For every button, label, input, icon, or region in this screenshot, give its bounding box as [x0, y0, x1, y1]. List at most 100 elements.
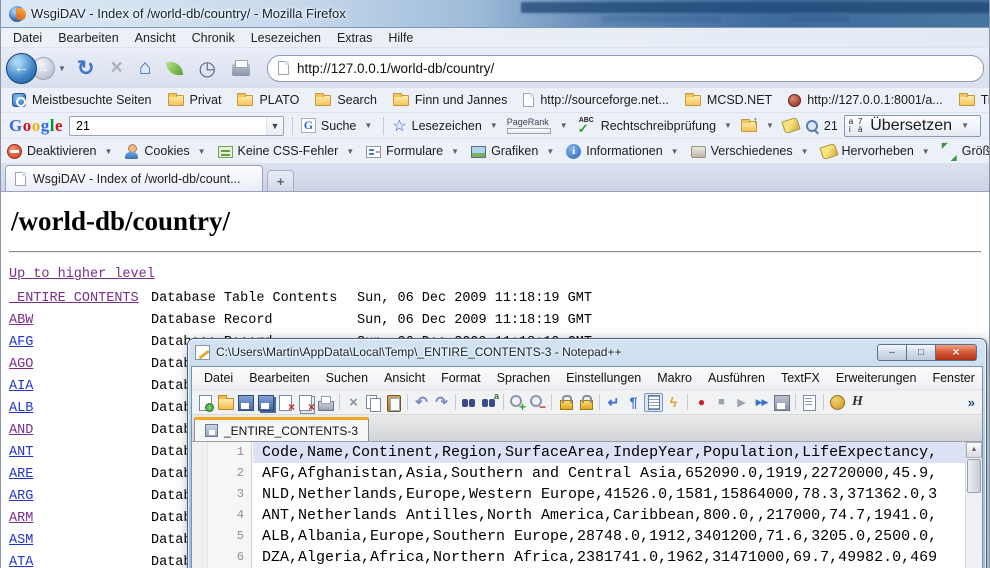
chevron-down-icon[interactable]: ▼ [490, 121, 498, 130]
dir-link-abw[interactable]: ABW [9, 310, 151, 332]
minimize-button[interactable]: – [877, 344, 907, 361]
spellcheck-button[interactable]: ABC ✓ Rechtschreibprüfung ▼ [577, 117, 735, 134]
editor-scrollbar[interactable]: ▲ [965, 442, 982, 568]
search-dropdown-icon[interactable]: ▼ [266, 117, 283, 135]
sync-v-icon[interactable] [556, 393, 575, 412]
chevron-down-icon[interactable]: ▼ [364, 121, 372, 130]
indent-guide-icon[interactable] [644, 393, 663, 412]
history-dropdown-icon[interactable]: ▼ [58, 64, 66, 73]
editor-line[interactable]: NLD,Netherlands,Europe,Western Europe,41… [253, 484, 965, 505]
stop-macro-icon[interactable] [712, 393, 731, 412]
dir-link-and[interactable]: AND [9, 420, 151, 442]
npp-menu-suchen[interactable]: Suchen [318, 369, 376, 387]
scrollbar-thumb[interactable] [967, 459, 981, 493]
bookmark-tree-samples[interactable]: Tree Samples [952, 91, 989, 109]
webdev-deaktivieren[interactable]: Deaktivieren▼ [7, 144, 115, 159]
npp-menu-textfx[interactable]: TextFX [773, 369, 828, 387]
chevron-down-icon[interactable]: ▼ [801, 147, 809, 156]
doc-map-icon[interactable] [800, 393, 819, 412]
menu-bearbeiten[interactable]: Bearbeiten [50, 30, 126, 46]
webdev-verschiedenes[interactable]: Verschiedenes▼ [691, 144, 812, 158]
html-tag-icon[interactable] [848, 393, 867, 412]
up-to-higher-level-link[interactable]: Up to higher level [9, 267, 155, 282]
show-symbols-icon[interactable] [624, 393, 643, 412]
reload-button[interactable]: ↻ [77, 56, 95, 81]
menu-ansicht[interactable]: Ansicht [127, 30, 184, 46]
chevron-down-icon[interactable]: ▼ [961, 121, 969, 130]
editor-line[interactable]: ANT,Netherlands Antilles,North America,C… [253, 505, 965, 526]
url-input[interactable] [297, 61, 973, 76]
close-button[interactable]: × [935, 344, 977, 361]
replace-icon[interactable] [480, 393, 499, 412]
menu-hilfe[interactable]: Hilfe [380, 30, 421, 46]
notepadpp-editor[interactable]: 123456 Code,Name,Continent,Region,Surfac… [192, 442, 982, 568]
google-search-input[interactable] [70, 119, 266, 133]
webdev-informationen[interactable]: Informationen▼ [566, 144, 681, 159]
new-tab-button[interactable]: + [267, 170, 294, 191]
autofill-button[interactable]: ▼ [741, 119, 777, 132]
menu-lesezeichen[interactable]: Lesezeichen [243, 30, 329, 46]
open-icon[interactable] [216, 393, 235, 412]
editor-lines[interactable]: Code,Name,Continent,Region,SurfaceArea,I… [253, 442, 965, 568]
toolbar-overflow-icon[interactable]: » [968, 395, 978, 410]
npp-menu-bearbeiten[interactable]: Bearbeiten [241, 369, 317, 387]
npp-menu-datei[interactable]: Datei [196, 369, 241, 387]
history-clock-icon[interactable]: ◷ [198, 56, 215, 81]
undo-icon[interactable] [412, 393, 431, 412]
npp-menu-ansicht[interactable]: Ansicht [376, 369, 433, 387]
chevron-down-icon[interactable]: ▼ [451, 147, 459, 156]
npp-menu-sprachen[interactable]: Sprachen [489, 369, 559, 387]
view-browser-icon[interactable] [828, 393, 847, 412]
record-macro-icon[interactable] [692, 393, 711, 412]
print-icon[interactable] [316, 393, 335, 412]
copy-icon[interactable] [364, 393, 383, 412]
restore-button[interactable]: □ [906, 344, 936, 361]
chevron-down-icon[interactable]: ▼ [724, 121, 732, 130]
dir-link-are[interactable]: ARE [9, 464, 151, 486]
chevron-down-icon[interactable]: ▼ [546, 147, 554, 156]
bookmark-meistbesuchte-seiten[interactable]: Meistbesuchte Seiten [5, 91, 159, 109]
chevron-down-icon[interactable]: ▼ [104, 147, 112, 156]
pagerank-widget[interactable]: PageRank [507, 118, 551, 134]
run-multiple-icon[interactable] [752, 393, 771, 412]
paste-icon[interactable] [384, 393, 403, 412]
editor-line[interactable]: Code,Name,Continent,Region,SurfaceArea,I… [253, 442, 965, 463]
dir-link-asm[interactable]: ASM [9, 530, 151, 552]
word-wrap-icon[interactable] [604, 393, 623, 412]
document-tab[interactable]: _ENTIRE_CONTENTS-3 [194, 417, 369, 441]
scroll-up-button[interactable]: ▲ [966, 442, 982, 458]
chevron-down-icon[interactable]: ▼ [671, 147, 679, 156]
word-find-counter[interactable]: 21 [805, 119, 838, 133]
close-all-icon[interactable] [296, 393, 315, 412]
npp-menu-format[interactable]: Format [433, 369, 489, 387]
find-icon[interactable] [460, 393, 479, 412]
cut-icon[interactable] [344, 393, 363, 412]
save-icon[interactable] [236, 393, 255, 412]
dir-link-entire-contents[interactable]: _ENTIRE_CONTENTS [9, 288, 151, 310]
leaf-addon-icon[interactable] [166, 59, 183, 76]
editor-line[interactable]: ALB,Albania,Europe,Southern Europe,28748… [253, 526, 965, 547]
google-search-button[interactable]: G Suche ▼ [301, 118, 375, 133]
bookmark-http-127-0-0-1-8001-a[interactable]: http://127.0.0.1:8001/a... [781, 91, 950, 109]
dir-link-arm[interactable]: ARM [9, 508, 151, 530]
chevron-down-icon[interactable]: ▼ [560, 121, 568, 130]
save-all-icon[interactable] [256, 393, 275, 412]
menu-extras[interactable]: Extras [329, 30, 380, 46]
chevron-down-icon[interactable]: ▼ [766, 121, 774, 130]
bookmark-finn-und-jannes[interactable]: Finn und Jannes [386, 91, 514, 109]
notepadpp-titlebar[interactable]: C:\Users\Martin\AppData\Local\Temp\_ENTI… [187, 338, 987, 366]
sync-h-icon[interactable] [576, 393, 595, 412]
editor-line[interactable]: AFG,Afghanistan,Asia,Southern and Centra… [253, 463, 965, 484]
zoom-in-icon[interactable] [508, 393, 527, 412]
npp-menu-fenster[interactable]: Fenster [924, 369, 982, 387]
play-macro-icon[interactable] [732, 393, 751, 412]
webdev-cookies[interactable]: Cookies▼ [124, 144, 208, 159]
webdev-hervorheben[interactable]: Hervorheben▼ [821, 144, 933, 158]
bookmark-search[interactable]: Search [308, 91, 384, 109]
home-button[interactable]: ⌂ [139, 56, 152, 80]
bookmark-plato[interactable]: PLATO [230, 91, 306, 109]
bookmark-mcsd-net[interactable]: MCSD.NET [678, 91, 779, 109]
redo-icon[interactable] [432, 393, 451, 412]
chevron-down-icon[interactable]: ▼ [922, 147, 930, 156]
print-button[interactable] [232, 64, 250, 76]
